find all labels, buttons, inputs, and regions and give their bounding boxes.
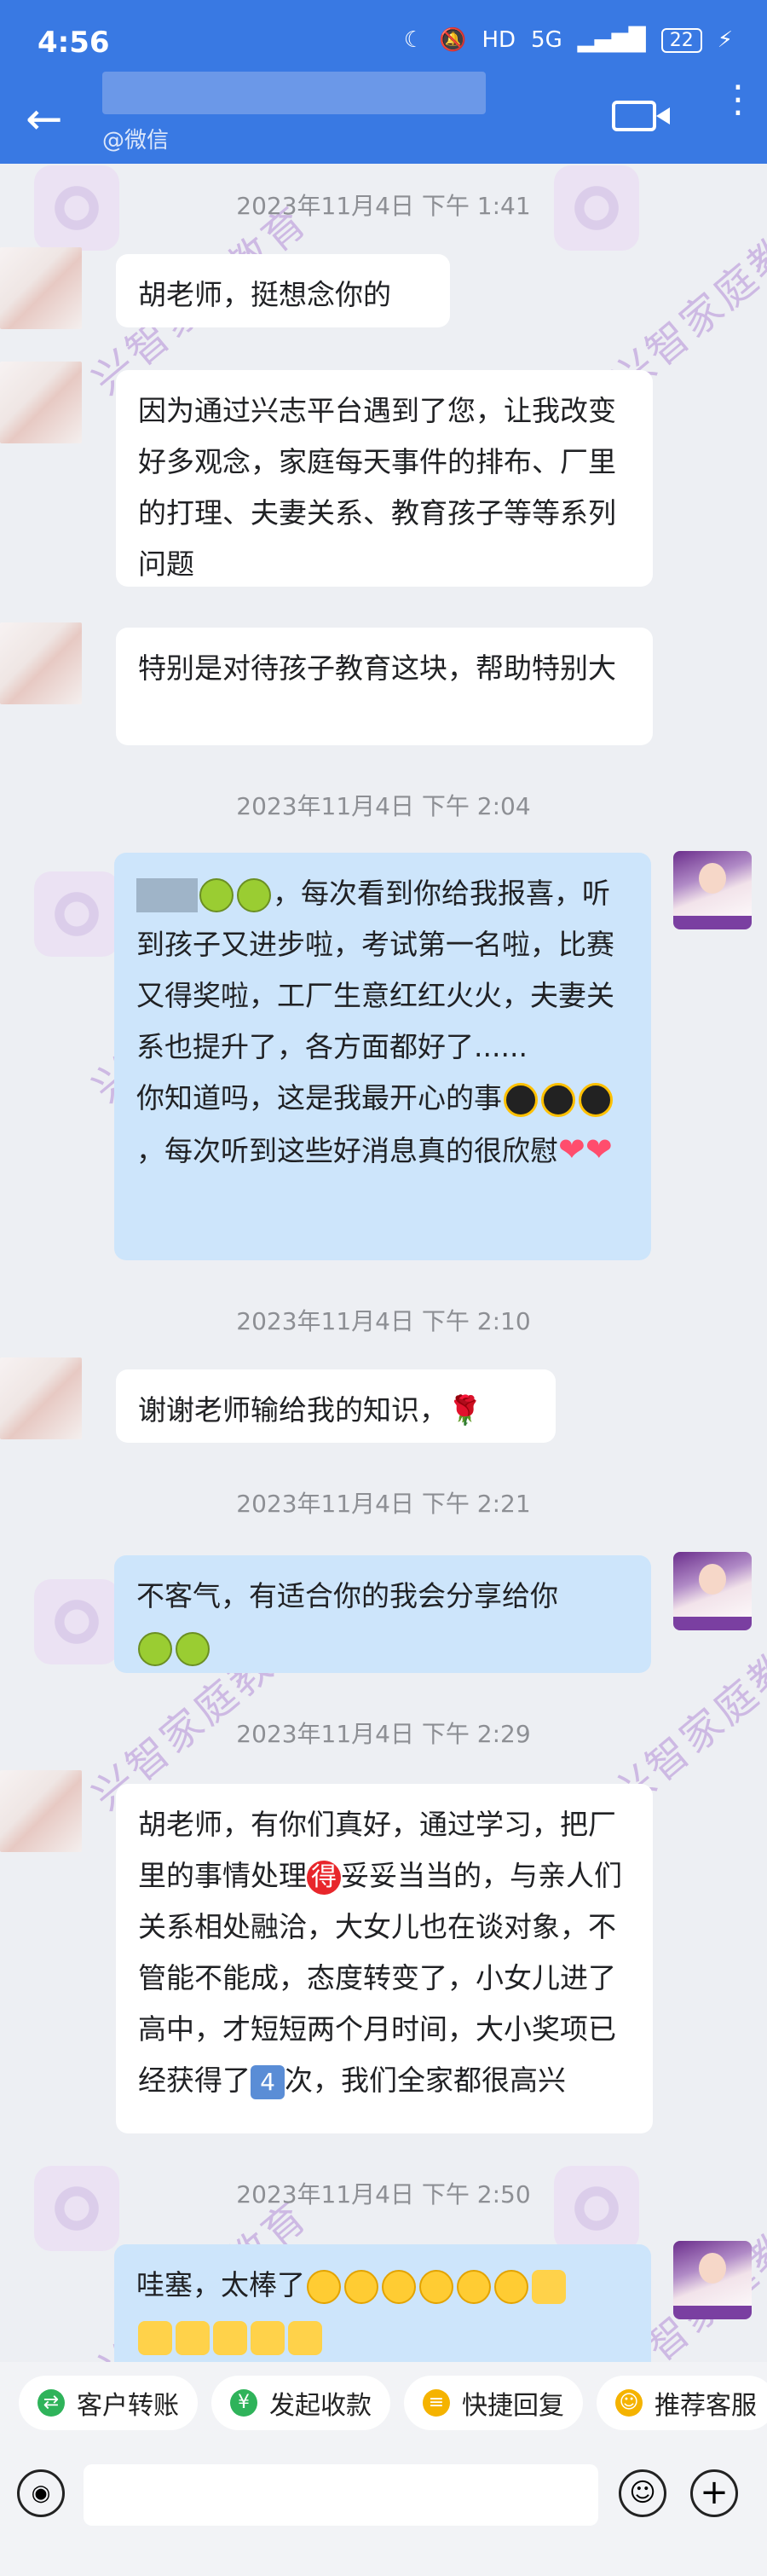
avatar[interactable]: [0, 622, 82, 704]
message-text: 你知道吗，这是我最开心的事: [136, 1081, 502, 1114]
message-bubble[interactable]: 哇塞，太棒了: [114, 2244, 651, 2362]
quick-reply-button[interactable]: ≡ 快捷回复: [404, 2376, 583, 2430]
chat-screen: 4:56 ☾ 🔕 HD 5G ▂▄▆█ 22 ⚡ ← @微信 ⋮ 兴智家庭教育 …: [0, 0, 767, 2576]
avatar[interactable]: [673, 1552, 752, 1630]
message-bubble[interactable]: 胡老师，挺想念你的: [116, 254, 450, 327]
hug-emoji-icon: [138, 1631, 172, 1666]
message-text: 哇塞，太棒了: [136, 2268, 305, 2301]
message-input[interactable]: [84, 2464, 598, 2526]
clap-emoji-icon: [457, 2269, 491, 2304]
contact-subtitle: @微信: [102, 128, 170, 153]
timestamp: 2023年11月4日 下午 2:29: [236, 1720, 531, 1748]
back-arrow-icon[interactable]: ←: [26, 97, 63, 142]
message-list[interactable]: 兴智家庭教育 兴智家庭教育 兴智家庭教育 兴智家庭教育 兴智家庭教育 兴智家庭教…: [0, 164, 767, 2362]
heart-emoji-icon: ❤: [585, 1131, 613, 1168]
status-time: 4:56: [37, 26, 110, 60]
chat-header: ← @微信 ⋮: [0, 72, 767, 164]
contact-name-redacted: [102, 72, 486, 114]
hug-emoji-icon: [199, 877, 234, 912]
clap-emoji-icon: [382, 2269, 416, 2304]
yuan-shield-icon: ¥: [230, 2389, 257, 2417]
thumbs-up-emoji-icon: [288, 2320, 322, 2355]
message-bubble[interactable]: 胡老师，有你们真好，通过学习，把厂里的事情处理得妥妥当当的，与亲人们关系相处融洽…: [116, 1784, 653, 2133]
message-bubble[interactable]: 特别是对待孩子教育这块，帮助特别大: [116, 628, 653, 745]
thumbs-up-emoji-icon: [176, 2320, 210, 2355]
penguin-emoji-icon: [541, 1082, 575, 1117]
avatar[interactable]: [0, 1357, 82, 1439]
hug-emoji-icon: [176, 1631, 210, 1666]
message-bubble[interactable]: ，每次看到你给我报喜，听到孩子又进步啦，考试第一名啦，比赛又得奖啦，工厂生意红红…: [114, 853, 651, 1260]
recommend-icon: ☺: [615, 2389, 643, 2417]
timestamp: 2023年11月4日 下午 2:50: [236, 2180, 531, 2208]
thumbs-up-emoji-icon: [213, 2320, 247, 2355]
redacted-name: [136, 877, 198, 912]
avatar[interactable]: [0, 247, 82, 329]
thumbs-up-emoji-icon: [251, 2320, 285, 2355]
avatar[interactable]: [673, 851, 752, 929]
clap-emoji-icon: [419, 2269, 453, 2304]
quick-reply-icon: ≡: [423, 2389, 450, 2417]
battery-level: 22: [660, 27, 702, 53]
heart-emoji-icon: ❤: [558, 1131, 585, 1168]
network-label: 5G: [531, 27, 562, 53]
charging-icon: ⚡: [717, 27, 733, 53]
rose-emoji-icon: 🌹: [447, 1393, 483, 1427]
avatar[interactable]: [0, 362, 82, 443]
message-text: 不客气，有适合你的我会分享给你: [136, 1579, 558, 1612]
penguin-emoji-icon: [579, 1082, 613, 1117]
signal-icon: ▂▄▆█: [577, 27, 646, 53]
message-bubble[interactable]: 不客气，有适合你的我会分享给你: [114, 1555, 651, 1673]
hd-icon: HD: [482, 27, 516, 53]
avatar[interactable]: [0, 1770, 82, 1852]
quick-action-bar: ⇄ 客户转账 ¥ 发起收款 ≡ 快捷回复 ☺ 推荐客服: [0, 2362, 767, 2457]
video-call-icon[interactable]: [612, 101, 670, 131]
message-text: 谢谢老师输给我的知识，: [138, 1393, 447, 1427]
message-bubble[interactable]: 因为通过兴志平台遇到了您，让我改变好多观念，家庭每天事件的排布、厂里的打理、夫妻…: [116, 370, 653, 587]
avatar[interactable]: [673, 2241, 752, 2319]
input-bar: ◉ ☺ +: [0, 2457, 767, 2576]
thumbs-up-emoji-icon: [138, 2320, 172, 2355]
message-text: ，每次听到这些好消息真的很欣慰: [136, 1134, 558, 1167]
transfer-icon: ⇄: [37, 2389, 65, 2417]
clap-emoji-icon: [307, 2269, 341, 2304]
hug-emoji-icon: [237, 877, 271, 912]
timestamp: 2023年11月4日 下午 2:21: [236, 1490, 531, 1518]
more-vertical-icon[interactable]: ⋮: [719, 81, 757, 119]
mute-icon: 🔕: [439, 27, 467, 53]
smile-icon[interactable]: ☺: [619, 2469, 666, 2517]
message-bubble[interactable]: 谢谢老师输给我的知识，🌹: [116, 1369, 556, 1443]
highlight-char: 得: [307, 1861, 341, 1895]
message-text: 次，我们全家都很高兴: [285, 2064, 566, 2097]
message-text: 妥妥当当的，与亲人们关系相处融洽，大女儿也在谈对象，不管能不能成，态度转变了，小…: [138, 1859, 622, 2097]
timestamp: 2023年11月4日 下午 2:04: [236, 792, 531, 820]
timestamp: 2023年11月4日 下午 1:41: [236, 192, 531, 220]
keycap-badge: 4: [251, 2065, 285, 2099]
voice-icon[interactable]: ◉: [17, 2469, 65, 2517]
moon-icon: ☾: [403, 27, 424, 53]
thumbs-up-emoji-icon: [532, 2269, 566, 2304]
transfer-button[interactable]: ⇄ 客户转账: [19, 2376, 198, 2430]
penguin-emoji-icon: [504, 1082, 538, 1117]
clap-emoji-icon: [344, 2269, 378, 2304]
clap-emoji-icon: [494, 2269, 528, 2304]
collect-payment-button[interactable]: ¥ 发起收款: [211, 2376, 390, 2430]
recommend-service-button[interactable]: ☺ 推荐客服: [597, 2376, 767, 2430]
timestamp: 2023年11月4日 下午 2:10: [236, 1307, 531, 1335]
plus-icon[interactable]: +: [690, 2469, 738, 2517]
